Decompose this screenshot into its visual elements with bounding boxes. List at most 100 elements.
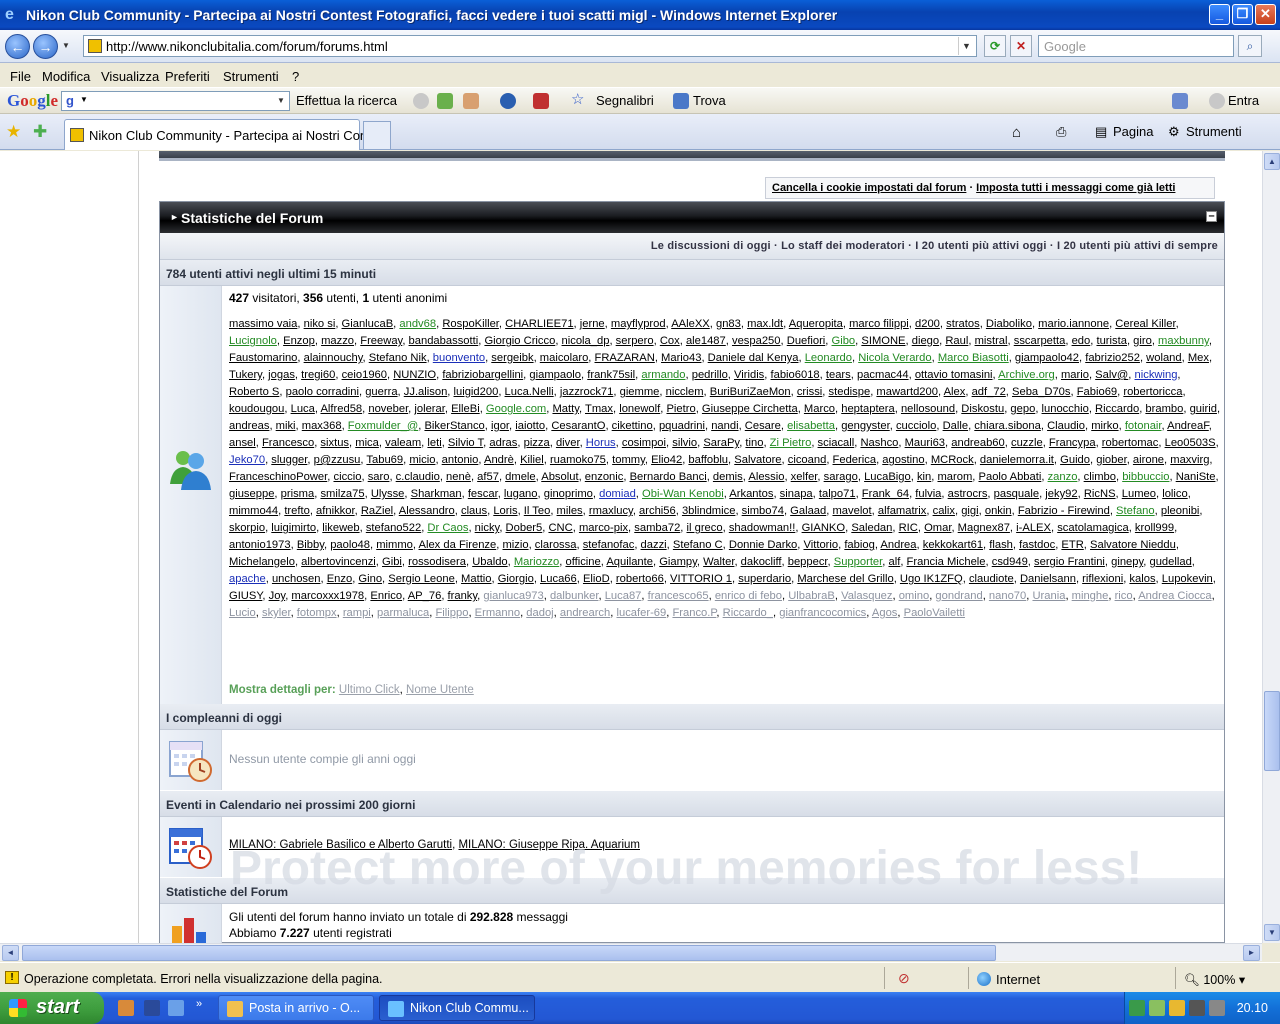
user-link[interactable]: Valasquez [841, 590, 892, 602]
user-link[interactable]: Google.com [486, 403, 546, 415]
user-link[interactable]: giober [1096, 454, 1126, 466]
user-link[interactable]: pasquale [994, 488, 1039, 500]
user-link[interactable]: Joy [269, 590, 286, 602]
user-link[interactable]: cosimpoi [622, 437, 666, 449]
user-link[interactable]: dadoj [526, 607, 553, 619]
user-link[interactable]: Gino [358, 573, 382, 585]
user-link[interactable]: Nashco [860, 437, 898, 449]
user-link[interactable]: af57 [477, 471, 499, 483]
user-link[interactable]: mica [355, 437, 379, 449]
user-link[interactable]: Agos [872, 607, 898, 619]
user-link[interactable]: Aqueropita [789, 318, 843, 330]
tray-icon[interactable] [1209, 1000, 1225, 1016]
user-link[interactable]: apache [229, 573, 266, 585]
user-link[interactable]: lolico [1162, 488, 1188, 500]
user-link[interactable]: jeky92 [1045, 488, 1077, 500]
security-zone[interactable]: Internet [977, 972, 1040, 987]
user-link[interactable]: SaraPy [703, 437, 739, 449]
user-link[interactable]: mimmo [376, 539, 413, 551]
user-link[interactable]: nicky [475, 522, 500, 534]
active-users-list[interactable]: massimo vaia, niko si, GianlucaB, andv68… [229, 316, 1221, 622]
user-link[interactable]: serpero [616, 335, 654, 347]
user-link[interactable]: SIMONE [861, 335, 905, 347]
user-link[interactable]: mazzo [321, 335, 354, 347]
user-link[interactable]: gepo [1010, 403, 1035, 415]
user-link[interactable]: BuriBuriZaeMon [710, 386, 791, 398]
user-link[interactable]: albertovincenzi [301, 556, 376, 568]
menu-preferiti[interactable]: Preferiti [165, 69, 210, 84]
page-menu[interactable]: Pagina [1113, 124, 1153, 139]
stats-links-bar[interactable]: Le discussioni di oggi · Lo staff dei mo… [160, 233, 1224, 260]
user-link[interactable]: roberto66 [616, 573, 664, 585]
user-link[interactable]: sergio Frantini [1034, 556, 1105, 568]
user-link[interactable]: ETR [1061, 539, 1083, 551]
user-link[interactable]: Mauri63 [905, 437, 945, 449]
user-link[interactable]: beppecr [788, 556, 828, 568]
user-link[interactable]: CesarantO [551, 420, 605, 432]
user-link[interactable]: airone [1133, 454, 1164, 466]
user-link[interactable]: brambo [1145, 403, 1183, 415]
signin-button[interactable]: Entra [1228, 93, 1259, 108]
user-link[interactable]: stefanofac [583, 539, 635, 551]
user-link[interactable]: Matty [552, 403, 579, 415]
pagerank-icon[interactable] [413, 93, 429, 109]
user-link[interactable]: Urania [1032, 590, 1065, 602]
user-link[interactable]: alf [888, 556, 900, 568]
user-link[interactable]: andrearch [560, 607, 610, 619]
user-link[interactable]: Freeway [360, 335, 402, 347]
user-link[interactable]: maicolaro [540, 352, 589, 364]
user-link[interactable]: gigi [961, 505, 978, 517]
user-link[interactable]: fotonair [1125, 420, 1162, 432]
user-link[interactable]: Salvatore Nieddu [1090, 539, 1176, 551]
user-link[interactable]: Archive.org [998, 369, 1055, 381]
user-link[interactable]: giuseppe [229, 488, 274, 500]
user-link[interactable]: nicclem [666, 386, 704, 398]
user-link[interactable]: cucciolo [896, 420, 936, 432]
user-link[interactable]: lunocchio [1042, 403, 1089, 415]
user-link[interactable]: Alex [944, 386, 966, 398]
user-link[interactable]: max368 [302, 420, 342, 432]
user-link[interactable]: robertoricca [1123, 386, 1182, 398]
menu-file[interactable]: File [10, 69, 31, 84]
blocker-icon[interactable] [533, 93, 549, 109]
user-link[interactable]: AAleXX [671, 318, 710, 330]
user-link[interactable]: rossodisera [408, 556, 466, 568]
tab-active[interactable]: Nikon Club Community - Partecipa ai Nost… [64, 119, 378, 150]
user-link[interactable]: ginepy [1111, 556, 1143, 568]
user-link[interactable]: Gibo [832, 335, 856, 347]
google-dropdown-icon[interactable]: ▼ [274, 93, 288, 109]
picture-icon[interactable] [437, 93, 453, 109]
url-dropdown-icon[interactable]: ▼ [958, 37, 974, 55]
user-link[interactable]: gudellad [1149, 556, 1191, 568]
user-link[interactable]: Foxmulder_@ [348, 420, 418, 432]
user-link[interactable]: Riccardo_ [723, 607, 773, 619]
user-link[interactable]: mimmo44 [229, 505, 278, 517]
user-link[interactable]: sarago [824, 471, 858, 483]
user-link[interactable]: Il Teo [524, 505, 551, 517]
user-link[interactable]: Mex [1188, 352, 1209, 364]
user-link[interactable]: RIC [899, 522, 918, 534]
user-link[interactable]: ottavio tomasini [915, 369, 993, 381]
user-link[interactable]: jazzrock71 [560, 386, 613, 398]
sort-last-click-link[interactable]: Ultimo Click [339, 684, 400, 696]
user-link[interactable]: Franco.P [672, 607, 716, 619]
user-link[interactable]: gengyster [841, 420, 890, 432]
user-link[interactable]: Galaad [790, 505, 826, 517]
user-link[interactable]: antonio [442, 454, 479, 466]
user-link[interactable]: claus [461, 505, 487, 517]
user-link[interactable]: giampaolo [529, 369, 581, 381]
user-link[interactable]: csd949 [992, 556, 1028, 568]
user-link[interactable]: Ermanno [475, 607, 520, 619]
user-link[interactable]: marco filippi [849, 318, 909, 330]
user-link[interactable]: shadowman!! [729, 522, 796, 534]
home-icon[interactable]: ⌂ [1012, 124, 1021, 141]
sort-username-link[interactable]: Nome Utente [406, 684, 474, 696]
user-link[interactable]: heptaptera [841, 403, 895, 415]
user-link[interactable]: Lucio [229, 607, 256, 619]
user-link[interactable]: astrocrs [948, 488, 988, 500]
user-link[interactable]: fabio6018 [771, 369, 820, 381]
user-link[interactable]: Nicola Verardo [858, 352, 931, 364]
horizontal-scroll-thumb[interactable] [22, 945, 996, 961]
user-link[interactable]: onkin [985, 505, 1012, 517]
user-link[interactable]: PaoloVailetti [904, 607, 965, 619]
